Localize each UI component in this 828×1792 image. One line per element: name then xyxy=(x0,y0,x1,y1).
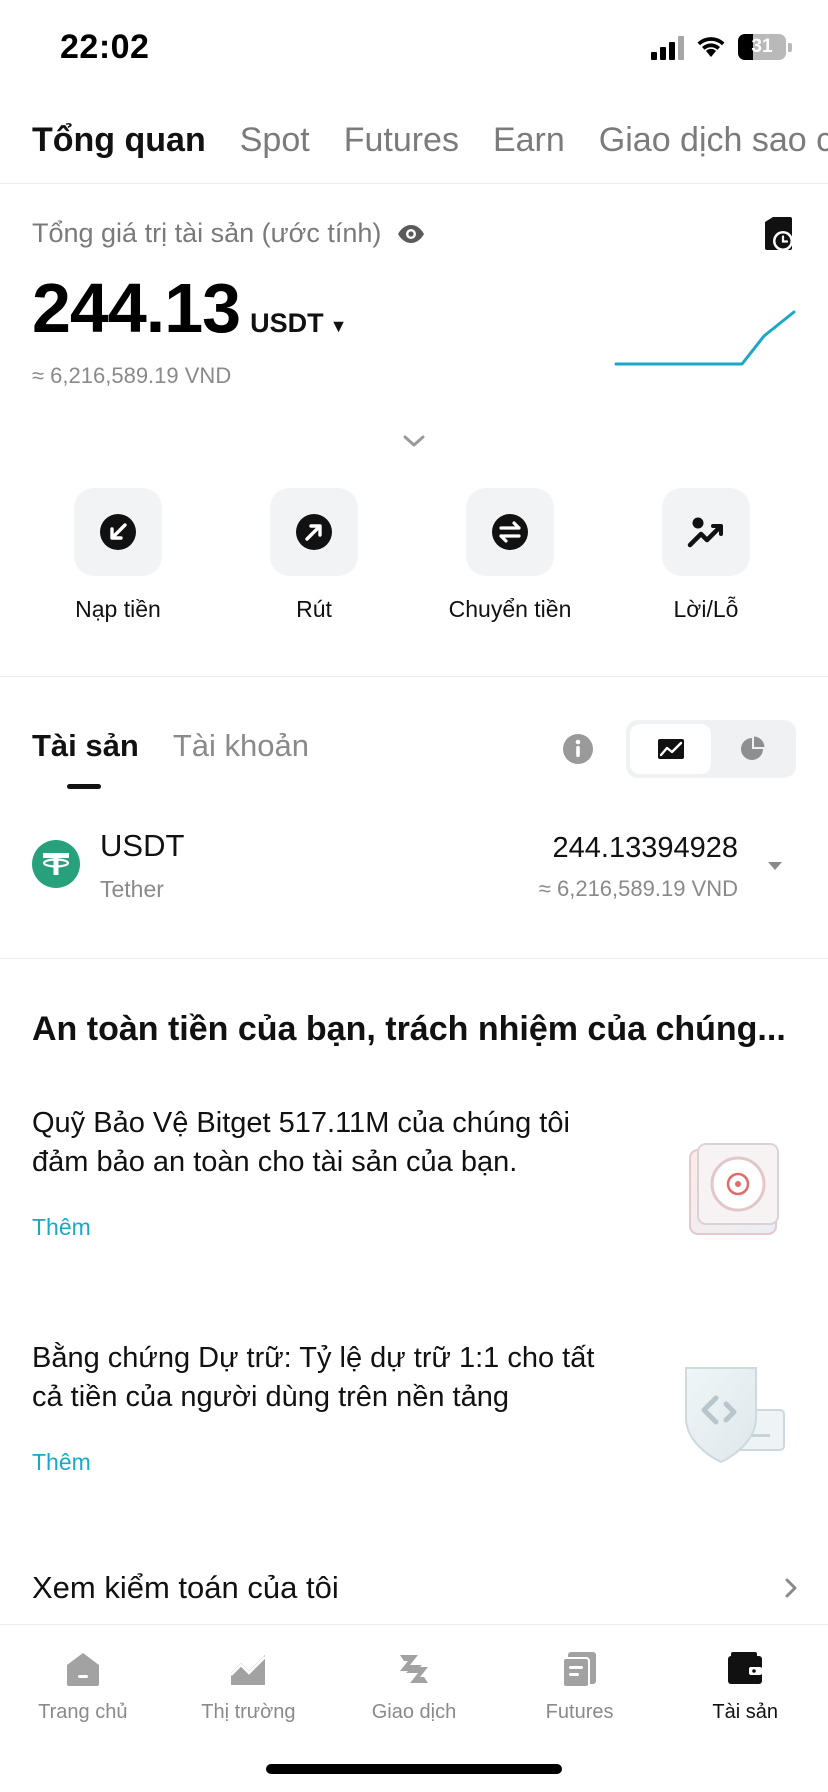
withdraw-button[interactable]: Rút xyxy=(216,488,412,623)
coin-amount: 244.13394928 xyxy=(552,832,738,864)
eye-icon[interactable] xyxy=(397,224,425,244)
total-vnd-approx: ≈ 6,216,589.19 VND xyxy=(32,363,232,388)
promo-text: Bằng chứng Dự trữ: Tỷ lệ dự trữ 1:1 cho … xyxy=(32,1342,595,1413)
pie-chart-icon xyxy=(740,736,764,760)
cellular-signal-icon xyxy=(651,34,684,60)
coin-name: Tether xyxy=(100,876,164,902)
active-tab-indicator xyxy=(67,784,101,789)
transfer-icon xyxy=(492,514,528,550)
home-indicator[interactable] xyxy=(266,1764,562,1774)
promo-text: Quỹ Bảo Vệ Bitget 517.11M của chúng tôi … xyxy=(32,1107,570,1178)
vault-icon xyxy=(689,1143,779,1235)
nav-label: Trang chủ xyxy=(38,1701,128,1723)
tab-copy-trading[interactable]: Giao dịch sao c xyxy=(599,116,828,172)
wallet-icon xyxy=(728,1652,763,1684)
caret-down-icon: ▼ xyxy=(329,316,348,336)
nav-label: Thị trường xyxy=(201,1701,296,1723)
info-icon[interactable] xyxy=(562,733,594,765)
chart-view-toggle[interactable] xyxy=(630,724,711,774)
battery-icon: 31 xyxy=(738,34,786,60)
nav-home[interactable]: Trang chủ xyxy=(0,1625,166,1792)
withdraw-icon xyxy=(296,514,332,550)
pnl-label: Lời/Lỗ xyxy=(673,596,739,622)
wifi-icon xyxy=(697,37,725,57)
more-link[interactable]: Thêm xyxy=(32,1214,632,1241)
shield-proof-icon xyxy=(685,1367,785,1464)
total-assets-label: Tổng giá trị tài sản (ước tính) xyxy=(32,218,425,249)
deposit-button[interactable]: Nạp tiền xyxy=(20,488,216,623)
tab-accounts[interactable]: Tài khoản xyxy=(173,728,309,764)
withdraw-label: Rút xyxy=(296,596,332,622)
protection-fund-card[interactable]: Quỹ Bảo Vệ Bitget 517.11M của chúng tôi … xyxy=(32,1104,632,1241)
coin-vnd-value: ≈ 6,216,589.19 VND xyxy=(538,876,738,901)
nav-assets[interactable]: Tài sản xyxy=(662,1625,828,1792)
tether-logo-icon xyxy=(32,840,80,888)
battery-level: 31 xyxy=(751,36,773,57)
pnl-icon-box xyxy=(662,488,750,576)
balance-sparkline[interactable] xyxy=(612,300,798,370)
battery-tip xyxy=(788,42,792,52)
status-icons: 31 xyxy=(651,34,792,60)
audit-label: Xem kiểm toán của tôi xyxy=(32,1570,339,1605)
coin-symbol: USDT xyxy=(100,828,185,863)
caret-down-icon[interactable] xyxy=(766,860,784,872)
top-tabs: Tổng quan Spot Futures Earn Giao dịch sa… xyxy=(32,116,828,172)
history-icon[interactable] xyxy=(762,216,794,252)
asset-tabs: Tài sản Tài khoản xyxy=(32,728,309,764)
expand-chevron-icon[interactable] xyxy=(402,432,426,450)
deposit-icon xyxy=(100,514,136,550)
deposit-label: Nạp tiền xyxy=(75,596,161,622)
more-link[interactable]: Thêm xyxy=(32,1449,632,1476)
withdraw-icon-box xyxy=(270,488,358,576)
divider xyxy=(0,183,828,184)
home-icon xyxy=(66,1653,99,1686)
nav-label: Futures xyxy=(545,1701,614,1723)
currency-label: USDT xyxy=(250,308,324,338)
transfer-label: Chuyển tiền xyxy=(448,596,572,622)
pnl-icon xyxy=(687,517,723,548)
trade-icon xyxy=(399,1655,428,1683)
status-time: 22:02 xyxy=(60,28,150,66)
total-assets-label-text: Tổng giá trị tài sản (ước tính) xyxy=(32,218,382,248)
pnl-button[interactable]: Lời/Lỗ xyxy=(608,488,804,623)
transfer-icon-box xyxy=(466,488,554,576)
tab-earn[interactable]: Earn xyxy=(493,116,565,172)
currency-selector[interactable]: USDT ▼ xyxy=(250,308,347,339)
tab-spot[interactable]: Spot xyxy=(240,116,310,172)
pie-view-toggle[interactable] xyxy=(711,724,792,774)
audit-link-row[interactable]: Xem kiểm toán của tôi xyxy=(32,1570,798,1606)
total-balance: 244.13 USDT ▼ xyxy=(32,268,347,348)
status-bar: 22:02 31 xyxy=(0,0,828,100)
view-toggle xyxy=(626,720,796,778)
tab-assets[interactable]: Tài sản xyxy=(32,728,139,764)
chevron-right-icon xyxy=(785,1578,797,1598)
divider xyxy=(0,676,828,677)
total-value: 244.13 xyxy=(32,269,241,347)
tab-overview[interactable]: Tổng quan xyxy=(32,116,206,172)
nav-label: Giao dịch xyxy=(371,1701,457,1723)
transfer-button[interactable]: Chuyển tiền xyxy=(412,488,608,623)
nav-label: Tài sản xyxy=(712,1701,778,1723)
deposit-icon-box xyxy=(74,488,162,576)
divider xyxy=(0,958,828,959)
holding-row-usdt[interactable]: USDT Tether 244.13394928 ≈ 6,216,589.19 … xyxy=(0,828,828,938)
safety-section-title: An toàn tiền của bạn, trách nhiệm của ch… xyxy=(32,1010,786,1048)
area-chart-icon xyxy=(657,739,684,759)
quick-actions: Nạp tiền Rút Chuyển tiền Lời/Lỗ xyxy=(0,488,828,623)
tab-futures[interactable]: Futures xyxy=(344,116,459,172)
market-icon xyxy=(230,1655,267,1685)
futures-icon xyxy=(561,1652,596,1688)
proof-of-reserves-card[interactable]: Bằng chứng Dự trữ: Tỷ lệ dự trữ 1:1 cho … xyxy=(32,1339,632,1476)
